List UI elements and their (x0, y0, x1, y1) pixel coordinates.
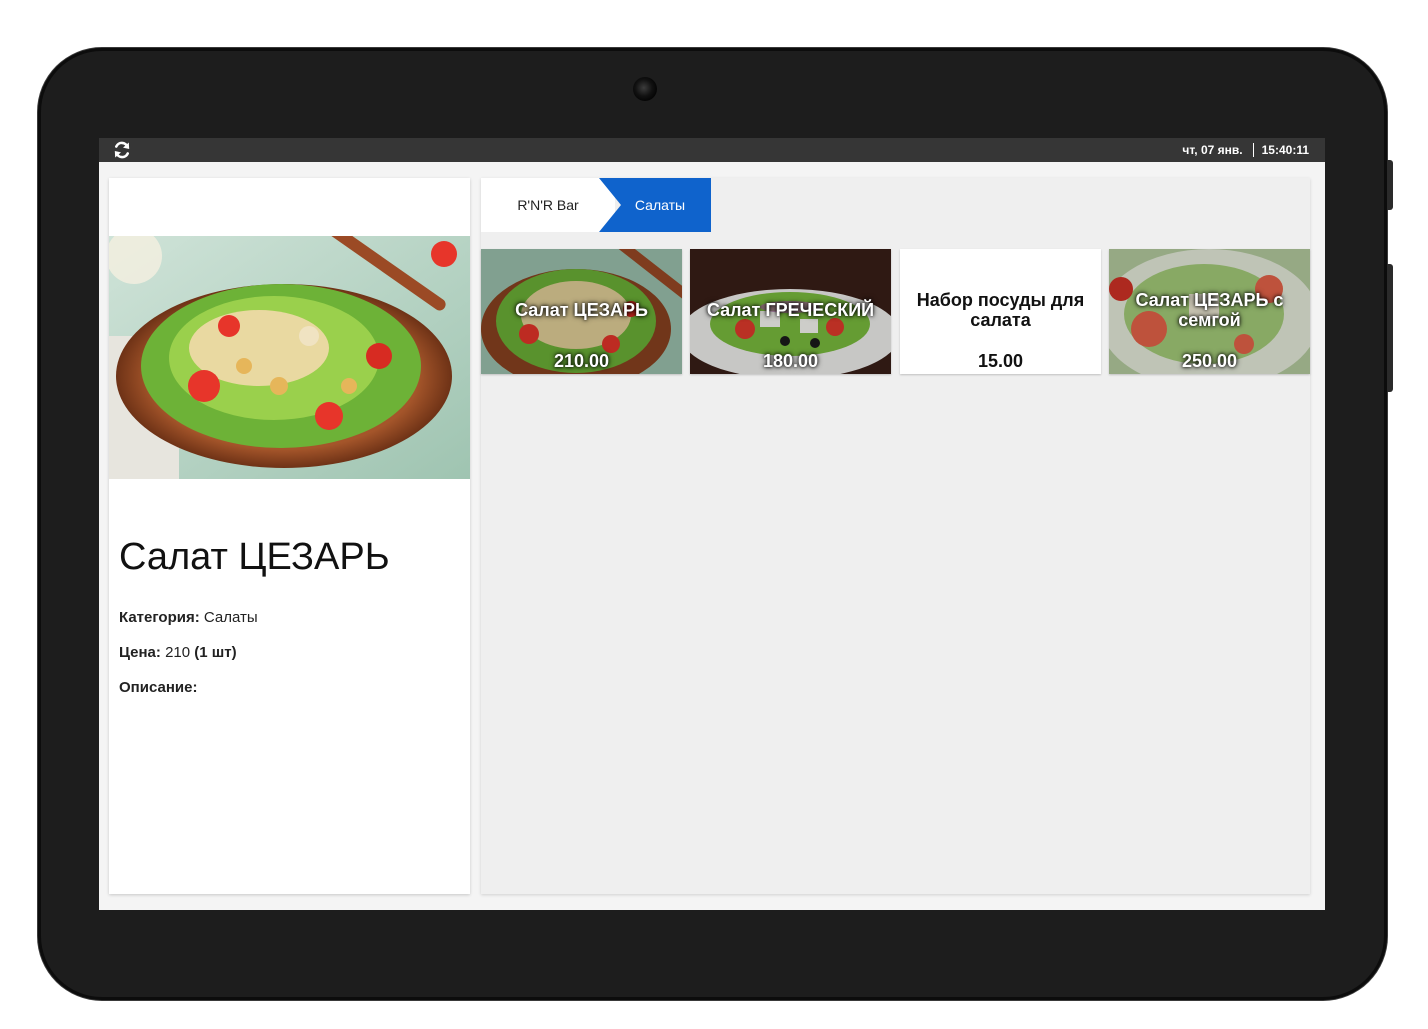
clock-divider (1252, 143, 1254, 157)
product-grid: Салат ЦЕЗАРЬ 210.00 Салат ГРЕЧЕСКИЙ 180.… (481, 249, 1310, 374)
tile-price: 210.00 (553, 351, 610, 371)
product-tile-dishes[interactable]: Набор посуды для салата 15.00 (900, 249, 1101, 374)
price-unit: (1 шт) (194, 644, 237, 661)
app-screen: чт, 07 янв. 15:40:11 Салат ЦЕЗАРЬ Катего… (99, 138, 1325, 910)
tile-price: 180.00 (762, 351, 819, 371)
product-tile-caesar-salmon[interactable]: Салат ЦЕЗАРЬ с семгой 250.00 (1109, 249, 1310, 374)
tile-price: 250.00 (1181, 351, 1238, 371)
product-detail-panel: Салат ЦЕЗАРЬ Категория: Салаты Цена: 210… (106, 178, 470, 894)
category-value: Салаты (203, 609, 258, 626)
refresh-icon[interactable] (112, 140, 132, 160)
price-value: 210 (165, 644, 191, 661)
power-button (1387, 160, 1393, 210)
product-description: Описание: (119, 679, 197, 696)
breadcrumb-home[interactable]: R'N'R Bar (481, 178, 615, 232)
tile-name: Салат ЦЕЗАРЬ с семгой (1135, 290, 1284, 330)
status-date: чт, 07 янв. (1182, 143, 1243, 157)
tile-name: Салат ГРЕЧЕСКИЙ (706, 300, 875, 320)
product-category: Категория: Салаты (119, 609, 258, 626)
description-label: Описание: (119, 679, 198, 696)
breadcrumb-current[interactable]: Салаты (599, 178, 711, 232)
price-label: Цена: (119, 644, 161, 661)
clock: чт, 07 янв. 15:40:11 (1182, 138, 1309, 162)
camera-icon (633, 77, 657, 101)
status-time: 15:40:11 (1261, 143, 1309, 157)
product-price: Цена: 210 (1 шт) (119, 644, 237, 661)
tile-name: Набор посуды для салата (916, 290, 1085, 330)
volume-button (1387, 264, 1393, 392)
product-tile-caesar[interactable]: Салат ЦЕЗАРЬ 210.00 (481, 249, 682, 374)
product-photo (106, 219, 470, 479)
category-label: Категория: (119, 609, 200, 626)
catalog-panel: R'N'R Bar Салаты Салат ЦЕЗАРЬ 210.00 Сал… (481, 178, 1310, 894)
status-bar: чт, 07 янв. 15:40:11 (99, 138, 1325, 162)
product-tile-greek[interactable]: Салат ГРЕЧЕСКИЙ 180.00 (690, 249, 891, 374)
tile-name: Салат ЦЕЗАРЬ (515, 300, 648, 320)
product-title: Салат ЦЕЗАРЬ (119, 536, 390, 578)
tile-price: 15.00 (977, 351, 1024, 371)
